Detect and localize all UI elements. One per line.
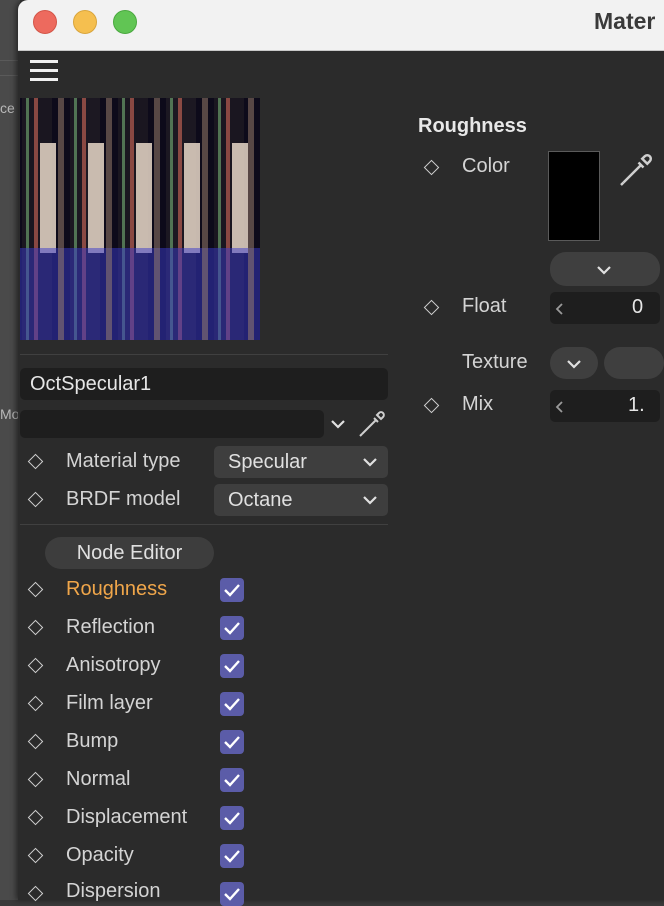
diamond-keyframe-icon[interactable] (27, 657, 44, 674)
channel-label-bump[interactable]: Bump (66, 730, 118, 753)
diamond-keyframe-icon[interactable] (27, 581, 44, 598)
material-secondary-field[interactable] (20, 410, 324, 438)
float-value: 0 (632, 296, 644, 318)
channel-checkbox-opacity[interactable] (220, 844, 244, 868)
diamond-keyframe-icon[interactable] (423, 397, 440, 414)
chevron-down-icon (363, 458, 377, 467)
node-editor-button[interactable]: Node Editor (45, 537, 214, 569)
background-label: Mo (0, 406, 18, 422)
material-type-value: Specular (228, 451, 307, 473)
channel-checkbox-normal[interactable] (220, 768, 244, 792)
checkmark-icon (224, 698, 240, 711)
float-field[interactable]: 0 (550, 292, 660, 324)
channel-checkbox-roughness[interactable] (220, 578, 244, 602)
channel-label-reflection[interactable]: Reflection (66, 616, 155, 639)
eyedropper-icon[interactable] (356, 408, 388, 445)
channel-checkbox-dispersion[interactable] (220, 882, 244, 906)
window-title: Mater (594, 8, 656, 34)
texture-slot[interactable] (604, 347, 664, 379)
channel-label-displacement[interactable]: Displacement (66, 806, 187, 829)
color-expand-button[interactable] (550, 252, 660, 286)
background-divider (0, 75, 20, 76)
brdf-model-dropdown[interactable]: Octane (214, 484, 388, 516)
chevron-down-icon (363, 496, 377, 505)
channel-checkbox-film-layer[interactable] (220, 692, 244, 716)
separator (20, 524, 388, 525)
texture-menu-button[interactable] (550, 347, 598, 379)
channel-checkbox-reflection[interactable] (220, 616, 244, 640)
channel-checkbox-displacement[interactable] (220, 806, 244, 830)
title-bar: Mater (18, 0, 664, 51)
chevron-down-icon (597, 266, 611, 275)
diamond-keyframe-icon[interactable] (27, 695, 44, 712)
close-window-button[interactable] (33, 10, 57, 34)
diamond-keyframe-icon[interactable] (27, 885, 44, 902)
diamond-keyframe-icon[interactable] (423, 159, 440, 176)
minimize-window-button[interactable] (73, 10, 97, 34)
diamond-keyframe-icon[interactable] (27, 453, 44, 470)
checkmark-icon (224, 660, 240, 673)
chevron-down-icon[interactable] (330, 418, 345, 432)
material-name-field[interactable]: OctSpecular1 (20, 368, 388, 400)
channel-label-roughness[interactable]: Roughness (66, 578, 167, 601)
material-type-dropdown[interactable]: Specular (214, 446, 388, 478)
brdf-model-value: Octane (228, 489, 293, 511)
checkmark-icon (224, 622, 240, 635)
channel-label-film-layer[interactable]: Film layer (66, 692, 153, 715)
checkmark-icon (224, 774, 240, 787)
color-label: Color (462, 155, 510, 177)
separator (20, 354, 388, 355)
chevron-left-icon[interactable] (554, 302, 564, 316)
diamond-keyframe-icon[interactable] (27, 809, 44, 826)
checkmark-icon (224, 736, 240, 749)
checkmark-icon (224, 850, 240, 863)
material-type-label: Material type (66, 450, 181, 472)
background-label: ce (0, 100, 15, 116)
texture-label: Texture (462, 351, 528, 373)
background-divider (0, 60, 20, 61)
checkmark-icon (224, 812, 240, 825)
mix-value: 1. (628, 394, 645, 416)
brdf-model-label: BRDF model (66, 488, 181, 510)
material-window: Mater OctSpecular1 Material type Specula… (18, 0, 664, 906)
hamburger-menu-icon[interactable] (30, 60, 58, 82)
channel-label-normal[interactable]: Normal (66, 768, 130, 791)
checkmark-icon (224, 584, 240, 597)
mix-label: Mix (462, 393, 494, 415)
color-swatch[interactable] (548, 151, 600, 241)
background-app: ce Mo (0, 0, 20, 900)
section-title: Roughness (418, 115, 527, 137)
material-preview-image (20, 98, 260, 340)
checkmark-icon (224, 888, 240, 901)
zoom-window-button[interactable] (113, 10, 137, 34)
channel-checkbox-anisotropy[interactable] (220, 654, 244, 678)
material-preview (20, 98, 260, 340)
eyedropper-icon[interactable] (616, 150, 656, 195)
chevron-left-icon[interactable] (554, 400, 564, 414)
diamond-keyframe-icon[interactable] (27, 491, 44, 508)
chevron-down-icon (567, 360, 581, 369)
diamond-keyframe-icon[interactable] (27, 619, 44, 636)
mix-field[interactable]: 1. (550, 390, 660, 422)
diamond-keyframe-icon[interactable] (27, 771, 44, 788)
channel-label-opacity[interactable]: Opacity (66, 844, 134, 867)
channel-label-anisotropy[interactable]: Anisotropy (66, 654, 161, 677)
float-label: Float (462, 295, 507, 317)
channel-checkbox-bump[interactable] (220, 730, 244, 754)
diamond-keyframe-icon[interactable] (423, 299, 440, 316)
diamond-keyframe-icon[interactable] (27, 733, 44, 750)
diamond-keyframe-icon[interactable] (27, 847, 44, 864)
